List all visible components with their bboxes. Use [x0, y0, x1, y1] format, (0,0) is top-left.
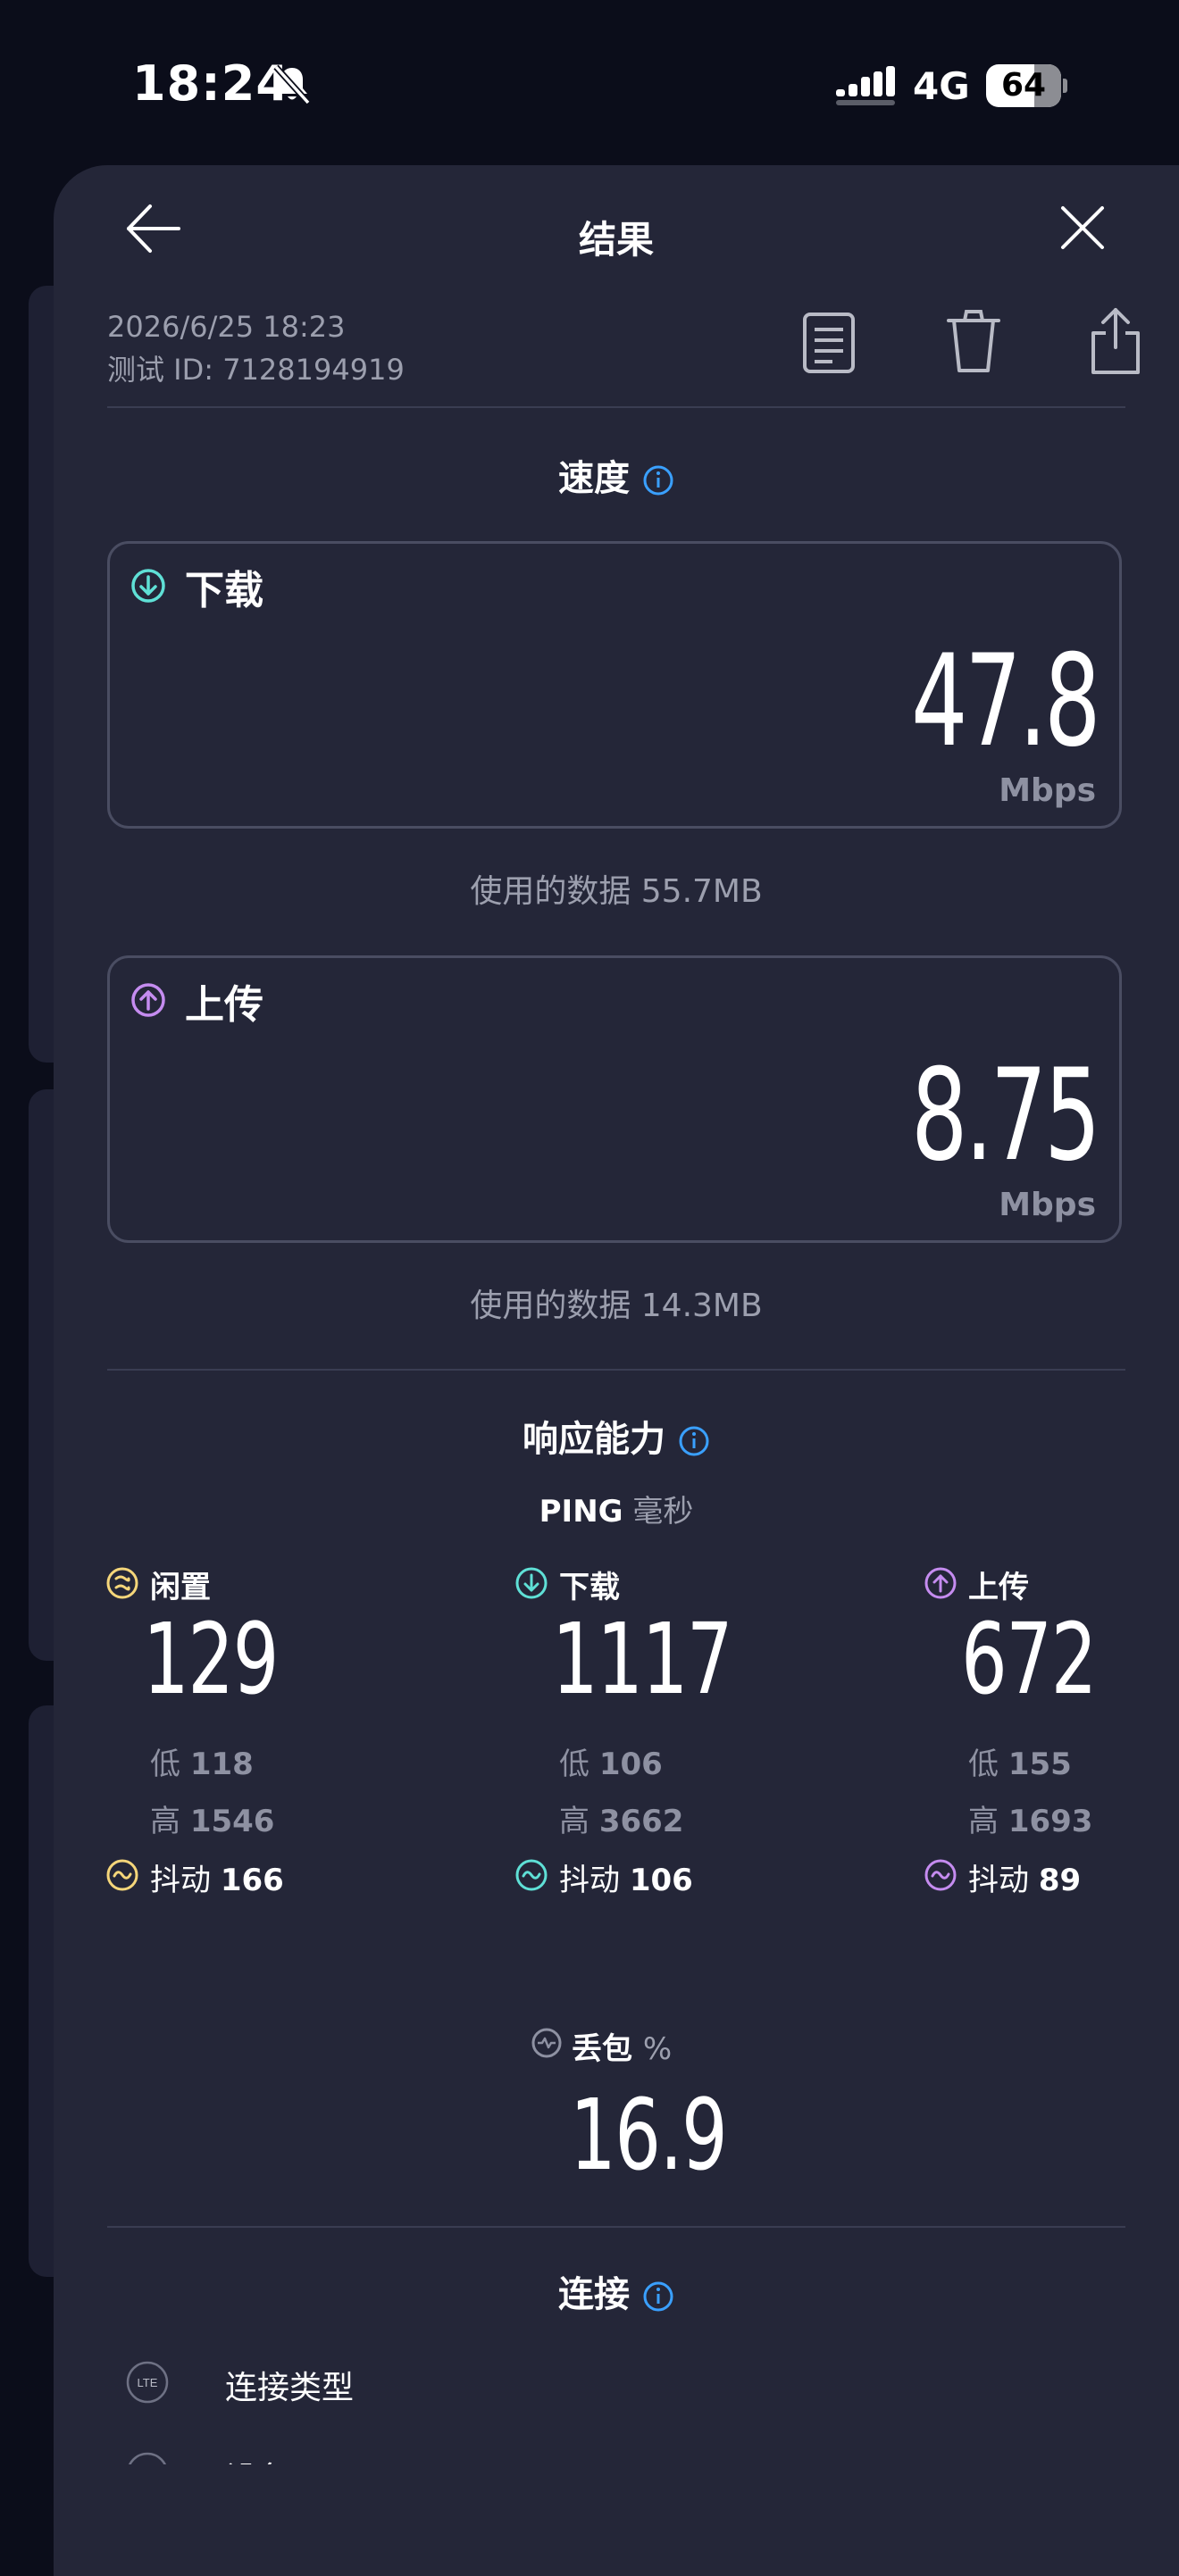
connection-section-title: 连接	[54, 2265, 1179, 2317]
test-id: 测试 ID: 7128194919	[107, 353, 405, 387]
info-icon[interactable]	[642, 464, 674, 496]
battery-level: 64	[1000, 67, 1047, 104]
jitter-value: 89	[1038, 1863, 1082, 1898]
download-label: 下载	[185, 568, 263, 613]
ping-high-label: 高	[559, 1804, 590, 1839]
ping-idle-low: 低 118	[150, 1739, 254, 1783]
ping-low-value: 118	[189, 1747, 254, 1782]
jitter-icon	[924, 1859, 957, 1891]
page-title: 结果	[578, 218, 654, 262]
lte-icon-text: LTE	[138, 2376, 158, 2389]
download-unit: Mbps	[999, 772, 1096, 809]
ping-high-value: 3662	[598, 1804, 684, 1839]
lte-icon: LTE	[126, 2361, 169, 2404]
bottom-fade	[54, 2464, 1179, 2561]
ping-low-label: 低	[968, 1747, 999, 1782]
ping-high-value: 1546	[189, 1804, 275, 1839]
upload-speed-value: 8.75	[910, 1042, 1100, 1189]
trash-icon[interactable]	[945, 308, 1002, 374]
ping-low-label: 低	[559, 1747, 590, 1782]
responsiveness-title-text: 响应能力	[523, 1419, 665, 1460]
battery-icon: 64	[986, 64, 1067, 107]
ping-title: PING 毫秒	[54, 1487, 1179, 1530]
download-arrow-icon	[131, 569, 165, 603]
ping-high-label: 高	[150, 1804, 180, 1839]
ping-download-high: 高 3662	[559, 1797, 683, 1840]
upload-arrow-icon	[131, 983, 165, 1017]
divider	[107, 2226, 1125, 2228]
status-bar: 18:24 4G 64	[0, 0, 1179, 170]
jitter-icon	[515, 1859, 548, 1891]
packet-loss-label-text: 丢包	[572, 2031, 632, 2067]
connection-type-label: 连接类型	[225, 2370, 355, 2406]
divider	[107, 1369, 1125, 1371]
status-time: 18:24	[132, 55, 290, 112]
network-type: 4G	[913, 64, 970, 108]
ping-upload-column: 上传 672 低 155 高 1693 抖动 89	[924, 1563, 1179, 1898]
ping-low-label: 低	[150, 1747, 180, 1782]
ping-idle-jitter: 抖动 166	[150, 1855, 284, 1899]
packet-loss-label: 丢包 %	[572, 2024, 672, 2068]
packet-loss-unit: %	[642, 2031, 673, 2067]
ping-label: PING	[539, 1494, 623, 1530]
info-icon[interactable]	[642, 2280, 674, 2313]
share-icon[interactable]	[1088, 304, 1143, 376]
bell-muted-icon	[273, 64, 311, 105]
ping-low-value: 106	[598, 1747, 663, 1782]
upload-unit: Mbps	[999, 1187, 1096, 1223]
packet-loss-icon	[531, 2028, 562, 2058]
responsiveness-section-title: 响应能力	[54, 1410, 1179, 1462]
jitter-label: 抖动	[150, 1863, 211, 1898]
upload-data-used: 使用的数据 14.3MB	[470, 1288, 763, 1324]
ping-download-column: 下载 1117 低 106 高 3662 抖动 106	[514, 1563, 890, 1898]
divider	[107, 406, 1125, 408]
upload-arrow-icon	[924, 1567, 957, 1599]
jitter-icon	[106, 1859, 138, 1891]
close-icon[interactable]	[1058, 203, 1108, 253]
speed-title-text: 速度	[558, 458, 630, 499]
ping-upload-label: 上传	[968, 1570, 1029, 1605]
ping-download-jitter: 抖动 106	[559, 1855, 693, 1899]
idle-icon	[106, 1567, 138, 1599]
ping-upload-jitter: 抖动 89	[968, 1855, 1081, 1899]
ping-unit: 毫秒	[632, 1494, 694, 1530]
ping-download-label: 下载	[559, 1570, 620, 1605]
ping-idle-value: 129	[143, 1602, 279, 1716]
ping-idle-high: 高 1546	[150, 1797, 274, 1840]
ping-high-label: 高	[968, 1804, 999, 1839]
ping-upload-low: 低 155	[968, 1739, 1072, 1783]
ping-idle-column: 闲置 129 低 118 高 1546 抖动 166	[105, 1563, 481, 1898]
document-icon[interactable]	[802, 312, 856, 374]
jitter-label: 抖动	[559, 1863, 620, 1898]
download-speed-value: 47.8	[910, 628, 1100, 775]
connection-title-text: 连接	[558, 2274, 630, 2315]
ping-upload-high: 高 1693	[968, 1797, 1092, 1840]
ping-low-value: 155	[1008, 1747, 1072, 1782]
jitter-label: 抖动	[968, 1863, 1029, 1898]
ping-download-value: 1117	[552, 1602, 733, 1716]
download-speed-card: 下载 47.8 Mbps	[107, 541, 1122, 829]
download-data-used: 使用的数据 55.7MB	[470, 873, 763, 910]
jitter-value: 166	[220, 1863, 284, 1898]
ping-idle-label: 闲置	[150, 1570, 211, 1605]
upload-speed-card: 上传 8.75 Mbps	[107, 955, 1122, 1243]
ping-upload-value: 672	[961, 1602, 1097, 1716]
packet-loss-value: 16.9	[570, 2078, 728, 2192]
ping-high-value: 1693	[1008, 1804, 1093, 1839]
jitter-value: 106	[629, 1863, 693, 1898]
upload-label: 上传	[185, 982, 263, 1028]
info-icon[interactable]	[678, 1425, 710, 1457]
ping-download-low: 低 106	[559, 1739, 663, 1783]
speed-section-title: 速度	[54, 449, 1179, 501]
results-sheet: 结果 2026/6/25 18:23 测试 ID: 7128194919 速度	[54, 165, 1179, 2576]
download-arrow-icon	[515, 1567, 548, 1599]
signal-icon	[836, 66, 895, 105]
test-datetime: 2026/6/25 18:23	[107, 310, 346, 344]
